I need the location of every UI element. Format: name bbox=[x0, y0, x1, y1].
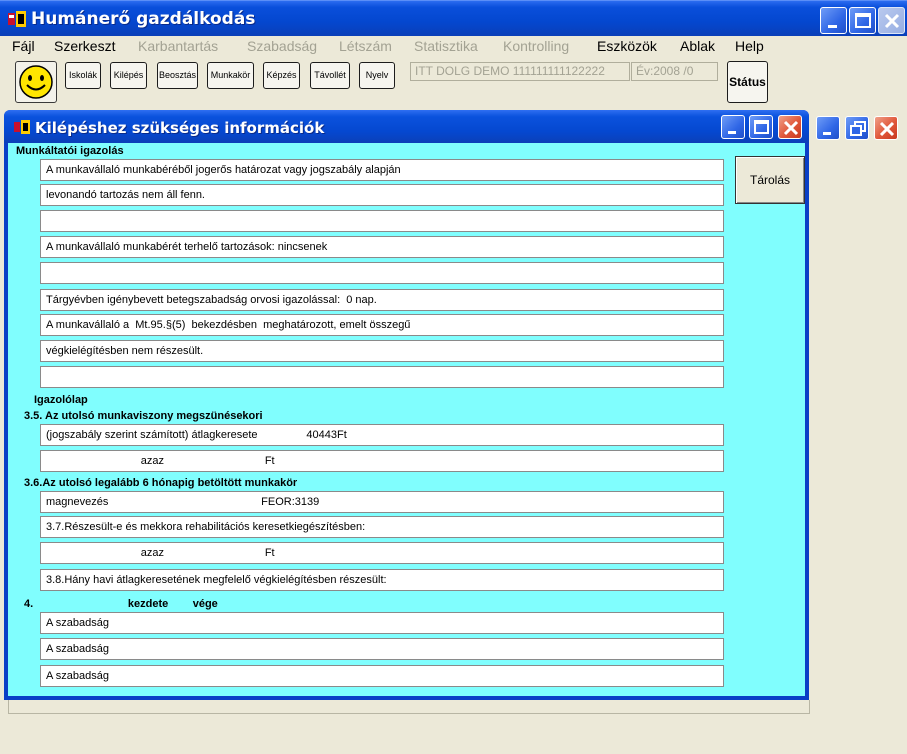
vacation-line-2[interactable]: A szabadság bbox=[40, 638, 724, 660]
section-36-heading: 3.6.Az utolsó legalább 6 hónapig betöltö… bbox=[24, 477, 298, 489]
employer-line-8[interactable]: végkielégítésben nem részesült. bbox=[40, 340, 724, 362]
employer-line-9[interactable] bbox=[40, 366, 724, 388]
section-36-line-4[interactable]: 3.8.Hány havi átlagkeresetének megfelelő… bbox=[40, 569, 724, 591]
employer-line-1[interactable]: A munkavállaló munkabéréből jogerős hatá… bbox=[40, 159, 724, 181]
section-35-line-1[interactable]: (jogszabály szerint számított) átlagkere… bbox=[40, 424, 724, 446]
menu-letszam[interactable]: Létszám bbox=[339, 38, 392, 54]
employer-line-5[interactable] bbox=[40, 262, 724, 284]
menu-karbantartas[interactable]: Karbantartás bbox=[138, 38, 218, 54]
maximize-icon bbox=[855, 13, 871, 28]
maximize-icon bbox=[754, 120, 769, 134]
smiley-button[interactable] bbox=[15, 61, 57, 103]
section-36-line-1[interactable]: magnevezés FEOR:3139 bbox=[40, 491, 724, 513]
toolbar-iskolak-button[interactable]: Iskolák bbox=[65, 62, 101, 89]
app-title: Humánerő gazdálkodás bbox=[31, 9, 256, 29]
mdi-minimize-button[interactable] bbox=[816, 116, 840, 140]
window-icon bbox=[14, 120, 30, 134]
child-window-title: Kilépéshez szükséges információk bbox=[35, 119, 325, 137]
child-maximize-button[interactable] bbox=[749, 115, 773, 139]
section-36-line-3[interactable]: azaz Ft bbox=[40, 542, 724, 564]
menu-ablak[interactable]: Ablak bbox=[680, 38, 715, 54]
menu-eszkozok[interactable]: Eszközök bbox=[597, 38, 657, 54]
mdi-close-button[interactable] bbox=[874, 116, 898, 140]
menu-szerkeszt[interactable]: Szerkeszt bbox=[54, 38, 115, 54]
employer-line-7[interactable]: A munkavállaló a Mt.95.§(5) bekezdésben … bbox=[40, 314, 724, 336]
toolbar-beosztas-button[interactable]: Beosztás bbox=[157, 62, 198, 89]
child-title-bar[interactable]: Kilépéshez szükséges információk bbox=[4, 110, 809, 143]
app-close-button[interactable] bbox=[878, 7, 905, 34]
mdi-restore-button[interactable] bbox=[845, 116, 869, 140]
section-35-heading: 3.5. Az utolsó munkaviszony megszünéseko… bbox=[24, 410, 263, 422]
menu-statisztika[interactable]: Statisztika bbox=[414, 38, 478, 54]
section-35-line-2[interactable]: azaz Ft bbox=[40, 450, 724, 472]
company-field: ITT DOLG DEMO 111111111122222 bbox=[410, 62, 630, 81]
section-36-line-2[interactable]: 3.7.Részesült-e és mekkora rehabilitáció… bbox=[40, 516, 724, 538]
store-button[interactable]: Tárolás bbox=[735, 156, 805, 204]
section-4-heading: 4. kezdete vége bbox=[24, 598, 218, 610]
app-minimize-button[interactable] bbox=[820, 7, 847, 34]
year-field: Év:2008 /0 bbox=[631, 62, 718, 81]
close-icon bbox=[783, 120, 799, 136]
toolbar-tavollet-button[interactable]: Távollét bbox=[310, 62, 350, 89]
minimize-icon bbox=[728, 131, 736, 134]
exit-info-window: Kilépéshez szükséges információk Munkált… bbox=[4, 110, 809, 700]
toolbar-nyelv-button[interactable]: Nyelv bbox=[359, 62, 395, 89]
app-maximize-button[interactable] bbox=[849, 7, 876, 34]
smiley-icon bbox=[19, 65, 53, 99]
close-icon bbox=[884, 13, 900, 29]
employer-line-6[interactable]: Tárgyévben igénybevett betegszabadság or… bbox=[40, 289, 724, 311]
employer-line-3[interactable] bbox=[40, 210, 724, 232]
child-minimize-button[interactable] bbox=[721, 115, 745, 139]
employer-line-4[interactable]: A munkavállaló munkabérét terhelő tartoz… bbox=[40, 236, 724, 258]
status-button[interactable]: Státus bbox=[727, 61, 768, 103]
employer-heading: Munkáltatói igazolás bbox=[16, 145, 124, 157]
vacation-line-3[interactable]: A szabadság bbox=[40, 665, 724, 687]
toolbar-kepzes-button[interactable]: Képzés bbox=[263, 62, 300, 89]
toolbar: Iskolák Kilépés Beosztás Munkakör Képzés… bbox=[0, 58, 907, 106]
mdi-bottom-strip bbox=[8, 700, 810, 714]
certificate-heading: Igazolólap bbox=[34, 394, 88, 406]
minimize-icon bbox=[823, 132, 831, 135]
child-client-area: Munkáltatói igazolás A munkavállaló munk… bbox=[8, 143, 805, 696]
menu-help[interactable]: Help bbox=[735, 38, 764, 54]
menu-fajl[interactable]: Fájl bbox=[12, 38, 35, 54]
app-icon bbox=[8, 11, 26, 27]
toolbar-kilepes-button[interactable]: Kilépés bbox=[110, 62, 147, 89]
menu-kontrolling[interactable]: Kontrolling bbox=[503, 38, 569, 54]
menu-szabadsag[interactable]: Szabadság bbox=[247, 38, 317, 54]
minimize-icon bbox=[828, 25, 837, 28]
child-close-button[interactable] bbox=[778, 115, 802, 139]
restore-icon bbox=[850, 121, 866, 136]
vacation-line-1[interactable]: A szabadság bbox=[40, 612, 724, 634]
toolbar-munkakor-button[interactable]: Munkakör bbox=[207, 62, 254, 89]
employer-line-2[interactable]: levonandó tartozás nem áll fenn. bbox=[40, 184, 724, 206]
app-title-bar[interactable]: Humánerő gazdálkodás bbox=[0, 0, 907, 36]
menu-bar: Fájl Szerkeszt Karbantartás Szabadság Lé… bbox=[0, 36, 907, 58]
close-icon bbox=[879, 121, 895, 137]
